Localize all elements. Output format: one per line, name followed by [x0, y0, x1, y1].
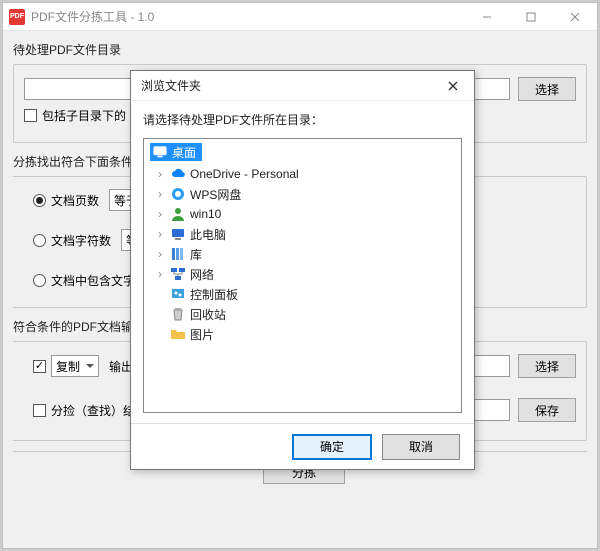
dialog-titlebar: 浏览文件夹 [131, 71, 474, 101]
app-icon: PDF [9, 9, 25, 25]
tree-item-label: OneDrive - Personal [190, 167, 299, 181]
tree-item[interactable]: › 此电脑 [148, 224, 457, 244]
expand-icon[interactable]: › [154, 207, 166, 221]
wps-icon [170, 186, 186, 202]
title-bar: PDF PDF文件分拣工具 - 1.0 [3, 3, 597, 31]
tree-root-label: 桌面 [172, 144, 196, 161]
tree-item-label: WPS网盘 [190, 186, 241, 203]
cloud-icon [170, 166, 186, 182]
tree-item-label: 控制面板 [190, 286, 238, 303]
tree-item[interactable]: 回收站 [148, 304, 457, 324]
tree-item-label: 库 [190, 246, 202, 263]
tree-item-label: 网络 [190, 266, 214, 283]
contains-text-radio[interactable] [33, 274, 46, 287]
tree-root[interactable]: 桌面 [150, 143, 202, 161]
browse-output-button[interactable]: 选择 [518, 354, 576, 378]
cpl-icon [170, 286, 186, 302]
tree-item[interactable]: › 网络 [148, 264, 457, 284]
user-icon [170, 206, 186, 222]
input-dir-label: 待处理PDF文件目录 [13, 41, 587, 58]
dialog-message: 请选择待处理PDF文件所在目录： [143, 111, 462, 128]
save-button[interactable]: 保存 [518, 398, 576, 422]
folder-icon [170, 326, 186, 342]
dialog-cancel-button[interactable]: 取消 [382, 434, 460, 460]
dialog-close-button[interactable] [438, 71, 468, 101]
expand-icon[interactable]: › [154, 167, 166, 181]
tree-item[interactable]: 控制面板 [148, 284, 457, 304]
dialog-ok-button[interactable]: 确定 [292, 434, 372, 460]
browse-folder-dialog: 浏览文件夹 请选择待处理PDF文件所在目录： 桌面 › OneDrive - Pe… [130, 70, 475, 470]
browse-input-button[interactable]: 选择 [518, 77, 576, 101]
tree-item-label: 此电脑 [190, 226, 226, 243]
include-subdir-label: 包括子目录下的 [42, 107, 126, 124]
expand-icon[interactable]: › [154, 187, 166, 201]
char-count-label: 文档字符数 [51, 232, 111, 249]
sort-result-checkbox[interactable] [33, 404, 46, 417]
lib-icon [170, 246, 186, 262]
copy-checkbox[interactable] [33, 360, 46, 373]
tree-item[interactable]: › WPS网盘 [148, 184, 457, 204]
tree-item-label: 回收站 [190, 306, 226, 323]
expand-icon[interactable]: › [154, 267, 166, 281]
include-subdir-checkbox[interactable] [24, 109, 37, 122]
close-button[interactable] [553, 3, 597, 31]
expand-icon[interactable]: › [154, 247, 166, 261]
maximize-button[interactable] [509, 3, 553, 31]
desktop-icon [152, 144, 168, 160]
tree-item-label: win10 [190, 207, 221, 221]
tree-item[interactable]: › OneDrive - Personal [148, 164, 457, 184]
copy-mode-select[interactable]: 复制 [51, 355, 99, 377]
dialog-body: 请选择待处理PDF文件所在目录： 桌面 › OneDrive - Personal… [131, 101, 474, 423]
page-count-radio[interactable] [33, 194, 46, 207]
app-title: PDF文件分拣工具 - 1.0 [31, 8, 465, 25]
dialog-footer: 确定 取消 [131, 423, 474, 469]
tree-item[interactable]: › win10 [148, 204, 457, 224]
pc-icon [170, 226, 186, 242]
char-count-radio[interactable] [33, 234, 46, 247]
tree-item[interactable]: 图片 [148, 324, 457, 344]
expand-icon[interactable]: › [154, 227, 166, 241]
bin-icon [170, 306, 186, 322]
tree-item[interactable]: ›库 [148, 244, 457, 264]
folder-tree[interactable]: 桌面 ›OneDrive - Personal›WPS网盘›win10›此电脑›… [143, 138, 462, 413]
dialog-title: 浏览文件夹 [141, 77, 438, 94]
page-count-label: 文档页数 [51, 192, 99, 209]
minimize-button[interactable] [465, 3, 509, 31]
net-icon [170, 266, 186, 282]
tree-item-label: 图片 [190, 326, 214, 343]
contains-text-label: 文档中包含文字 [51, 272, 135, 289]
